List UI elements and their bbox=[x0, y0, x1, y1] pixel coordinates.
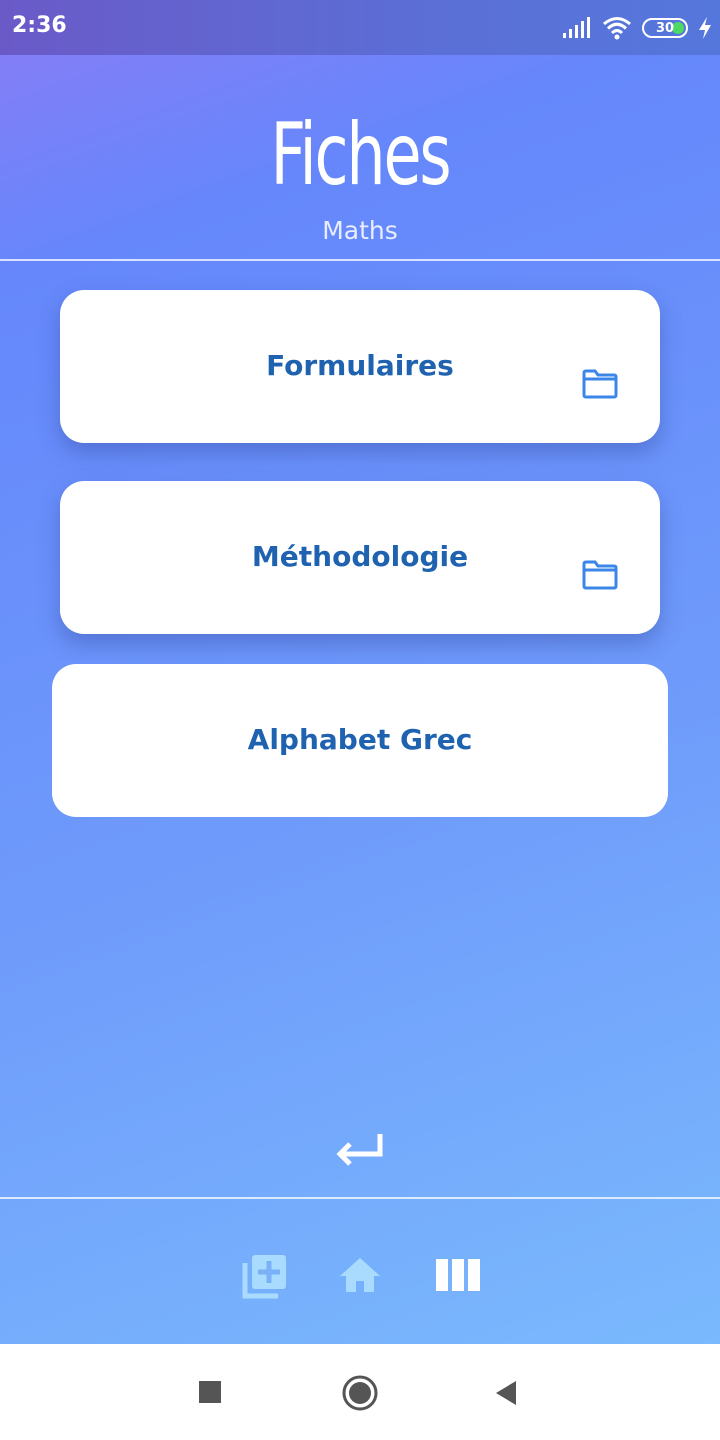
status-time: 2:36 bbox=[12, 13, 67, 38]
signal-icon bbox=[563, 17, 590, 38]
card-label: Méthodologie bbox=[251, 540, 469, 573]
battery-icon: 30 bbox=[642, 18, 688, 38]
card-alphabet-grec[interactable]: Alphabet Grec bbox=[52, 664, 668, 817]
columns-icon[interactable] bbox=[435, 1258, 481, 1292]
charging-icon bbox=[699, 17, 711, 39]
battery-level: 30 bbox=[655, 20, 675, 36]
wifi-icon bbox=[603, 17, 631, 40]
card-label: Alphabet Grec bbox=[247, 723, 473, 756]
system-nav-bar bbox=[0, 1344, 720, 1440]
home-icon[interactable] bbox=[338, 1256, 382, 1294]
status-icons: 30 bbox=[562, 14, 712, 42]
back-triangle-icon[interactable] bbox=[494, 1380, 518, 1406]
home-circle-icon[interactable] bbox=[342, 1375, 378, 1411]
status-bar: 2:36 30 bbox=[0, 0, 720, 55]
header-divider bbox=[0, 259, 720, 261]
folder-icon bbox=[582, 560, 618, 590]
card-label: Formulaires bbox=[266, 349, 454, 382]
folder-icon bbox=[582, 369, 618, 399]
card-methodologie[interactable]: Méthodologie bbox=[60, 481, 660, 634]
bottom-nav bbox=[0, 1200, 720, 1344]
recents-square-icon[interactable] bbox=[199, 1381, 221, 1403]
page-subtitle: Maths bbox=[322, 216, 398, 245]
page-title: Fiches bbox=[270, 105, 451, 205]
return-arrow-icon[interactable] bbox=[332, 1130, 386, 1170]
bottom-divider bbox=[0, 1197, 720, 1199]
app-screen: 2:36 30 Fiches Maths Formulaires Méthodo… bbox=[0, 0, 720, 1344]
add-card-icon[interactable] bbox=[242, 1253, 288, 1299]
card-formulaires[interactable]: Formulaires bbox=[60, 290, 660, 443]
